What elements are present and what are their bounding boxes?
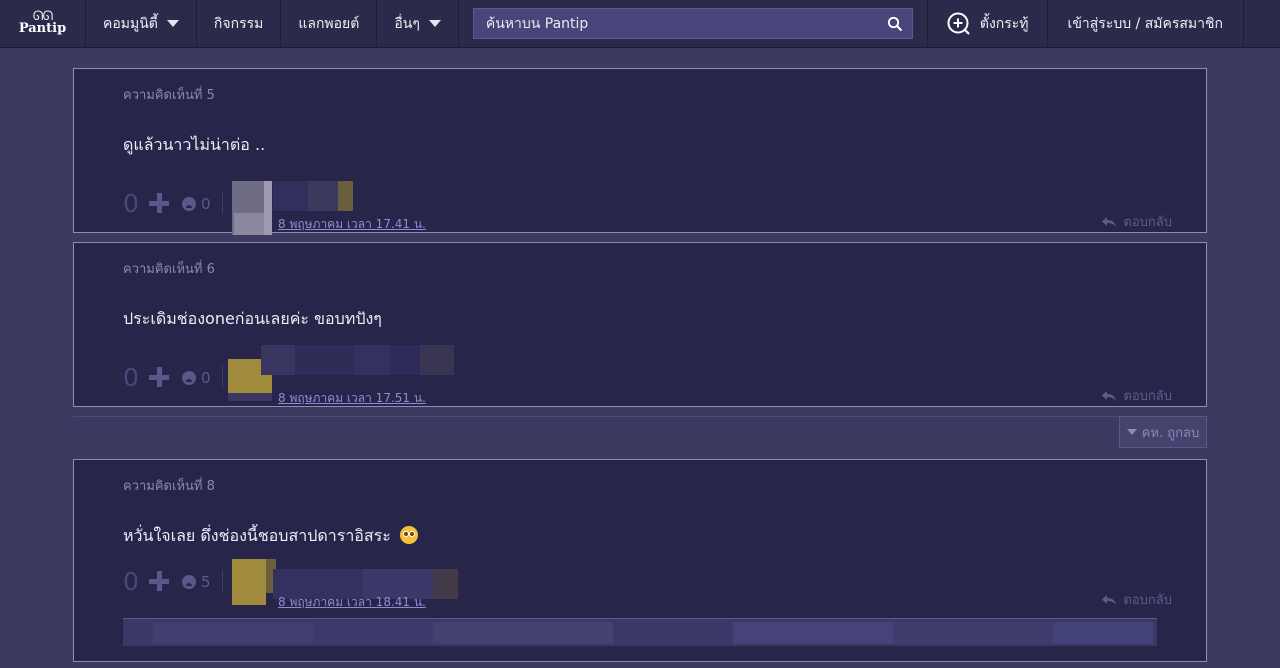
comment-body: หวั่นใจเลย ดึ่งช่องนี้ชอบสาปดาราอิสระ [123, 524, 418, 549]
add-topic-icon [947, 12, 970, 35]
chevron-down-icon [166, 20, 179, 27]
reply-icon [1102, 594, 1117, 605]
emotion-face-icon [182, 575, 196, 589]
new-topic-button[interactable]: ตั้งกระทู้ [928, 0, 1048, 47]
comment-body: ประเดิมช่องoneก่อนเลยค่ะ ขอบทปังๆ [123, 309, 382, 328]
search-input[interactable] [473, 9, 878, 38]
vote-score: 0 [123, 189, 139, 218]
comment-footer: 0 0 8 พฤษภาคม เวลา 17.41 น. ตอบกลับ [123, 181, 1172, 235]
blurred-signature [123, 618, 1157, 646]
reply-button[interactable]: ตอบกลับ [1101, 211, 1172, 232]
login-register-button[interactable]: เข้าสู่ระบบ / สมัครสมาชิก [1048, 0, 1244, 47]
search-button[interactable] [878, 9, 912, 38]
flushed-face-emoji-icon [399, 526, 418, 544]
reply-icon [1102, 216, 1117, 227]
comment-number: ความคิดเห็นที่ 5 [123, 88, 215, 103]
show-deleted-comments-button[interactable]: คห. ถูกลบ [1119, 416, 1207, 448]
nav-community-menu[interactable]: คอมมูนิตี้ [86, 0, 197, 47]
deleted-comments-divider [73, 416, 1207, 417]
vote-score: 0 [123, 567, 139, 596]
comment-card: ความคิดเห็นที่ 5 ดูแล้วนาวไม่น่าต่อ .. 0… [73, 68, 1207, 235]
comment-footer: 0 5 8 พฤษภาคม เวลา 18.41 น. ตอบกลับ [123, 559, 1172, 609]
pantip-logo[interactable]: ᘏᘏ Pantip [0, 0, 86, 47]
comment-number: ความคิดเห็นที่ 6 [123, 262, 215, 277]
avatar[interactable] [232, 559, 276, 613]
emotion-button[interactable]: 0 [182, 195, 211, 213]
comment-number: ความคิดเห็นที่ 8 [123, 479, 215, 494]
footer-divider [222, 570, 223, 592]
emotion-count: 0 [201, 195, 211, 213]
deleted-comments-label: คห. ถูกลบ [1141, 425, 1200, 441]
plus-vote-icon[interactable] [147, 569, 171, 593]
reply-label: ตอบกลับ [1123, 593, 1172, 608]
comment-timestamp[interactable]: 8 พฤษภาคม เวลา 17.51 น. [278, 389, 426, 408]
login-label: เข้าสู่ระบบ / สมัครสมาชิก [1067, 15, 1223, 32]
nav-activities-label: กิจกรรม [213, 15, 264, 32]
footer-divider [222, 366, 223, 388]
top-navbar: ᘏᘏ Pantip คอมมูนิตี้ กิจกรรม แลกพอยต์ อื… [0, 0, 1280, 48]
logo-eyes-icon: ᘏᘏ [32, 8, 54, 24]
search-area [459, 0, 928, 47]
comment-footer: 0 0 8 พฤษภาคม เวลา 17.51 น. ตอบกลับ [123, 345, 1172, 405]
emotion-count: 0 [201, 369, 211, 387]
plus-vote-icon[interactable] [147, 365, 171, 389]
reply-label: ตอบกลับ [1123, 215, 1172, 230]
emotion-face-icon [182, 197, 196, 211]
nav-redeem-label: แลกพอยต์ [298, 15, 360, 32]
avatar[interactable] [232, 181, 272, 235]
reply-icon [1102, 390, 1117, 401]
emotion-count: 5 [201, 573, 211, 591]
vote-score: 0 [123, 363, 139, 392]
search-box [472, 8, 913, 39]
nav-more-menu[interactable]: อื่นๆ [377, 0, 459, 47]
triangle-down-icon [1126, 429, 1137, 435]
chevron-down-icon [428, 20, 441, 27]
reply-label: ตอบกลับ [1123, 389, 1172, 404]
logo-text: Pantip [18, 20, 67, 36]
emotion-face-icon [182, 371, 196, 385]
comment-card: ความคิดเห็นที่ 8 หวั่นใจเลย ดึ่งช่องนี้ช… [73, 459, 1207, 662]
nav-community-label: คอมมูนิตี้ [103, 15, 158, 32]
search-icon [887, 16, 903, 31]
nav-redeem-points[interactable]: แลกพอยต์ [281, 0, 378, 47]
comment-body: ดูแล้วนาวไม่น่าต่อ .. [123, 135, 266, 154]
nav-more-label: อื่นๆ [394, 15, 420, 32]
plus-vote-icon[interactable] [147, 191, 171, 215]
emotion-button[interactable]: 5 [182, 573, 211, 591]
comment-timestamp[interactable]: 8 พฤษภาคม เวลา 18.41 น. [278, 593, 426, 612]
reply-button[interactable]: ตอบกลับ [1101, 385, 1172, 406]
comment-text: หวั่นใจเลย ดึ่งช่องนี้ชอบสาปดาราอิสระ [123, 526, 391, 545]
comment-card: ความคิดเห็นที่ 6 ประเดิมช่องoneก่อนเลยค่… [73, 242, 1207, 407]
nav-activities[interactable]: กิจกรรม [197, 0, 282, 47]
new-topic-label: ตั้งกระทู้ [979, 15, 1029, 32]
emotion-button[interactable]: 0 [182, 369, 211, 387]
reply-button[interactable]: ตอบกลับ [1101, 589, 1172, 610]
comment-timestamp[interactable]: 8 พฤษภาคม เวลา 17.41 น. [278, 215, 426, 234]
footer-divider [222, 192, 223, 214]
